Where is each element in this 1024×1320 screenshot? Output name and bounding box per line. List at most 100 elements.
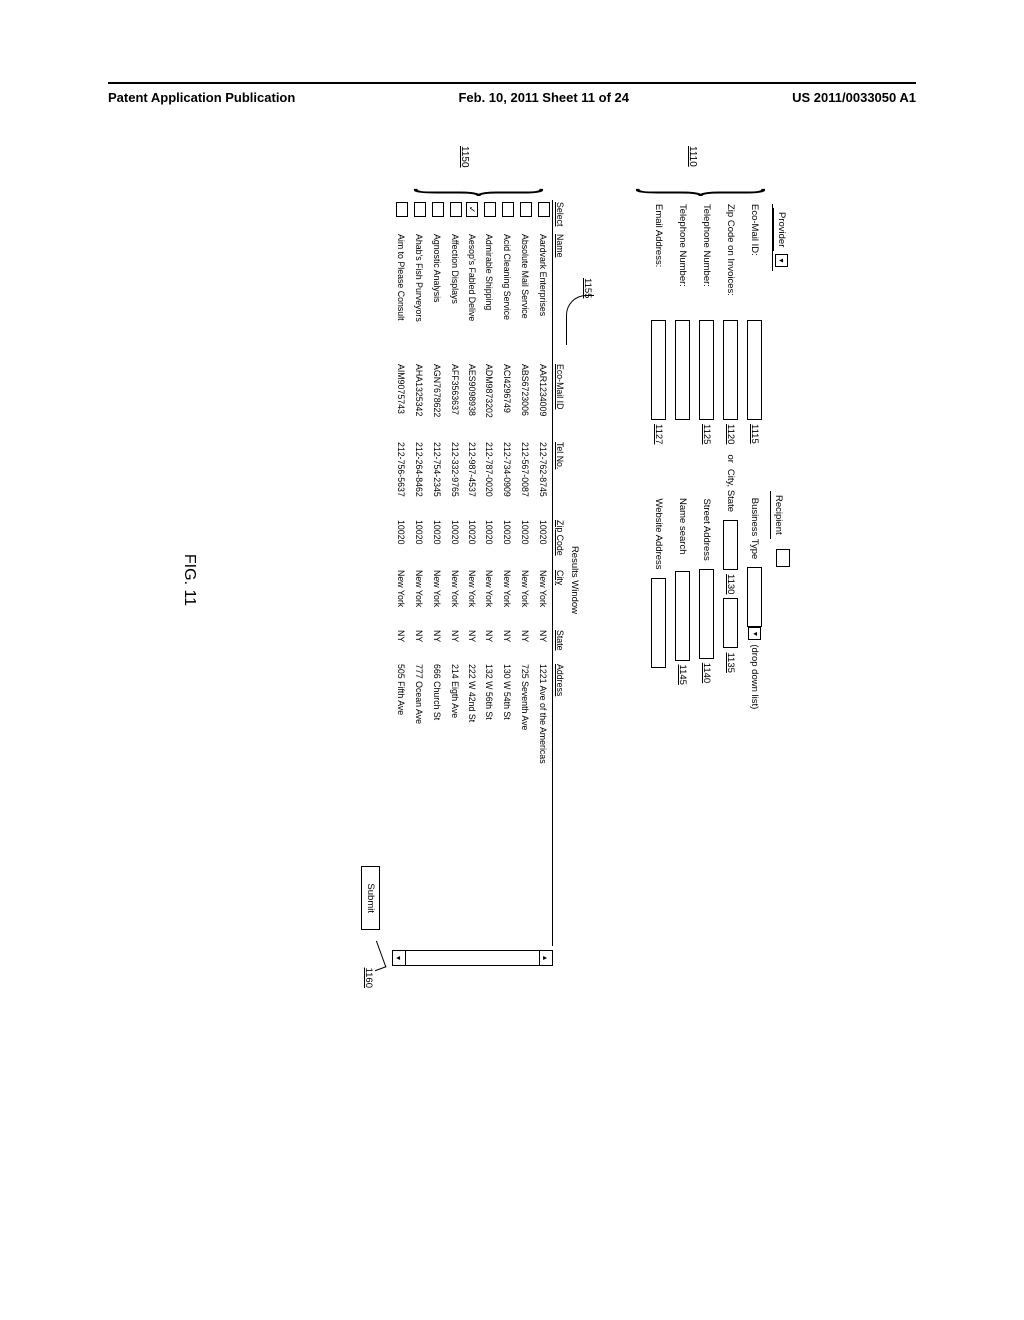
label-name-search: Name search: [678, 498, 689, 555]
cell-name: Acid Cleaning Service: [498, 232, 516, 362]
cell-address: 777 Ocean Ave: [410, 662, 428, 946]
cell-eco: AHA1325342: [410, 362, 428, 440]
select-checkbox[interactable]: [432, 202, 444, 217]
cell-address: 130 W 54th St: [498, 662, 516, 946]
table-row: Aardvark EnterprisesAAR1234009212-762-87…: [534, 200, 553, 946]
select-checkbox[interactable]: ✓: [466, 202, 478, 217]
cell-name: Affection Displays: [446, 232, 464, 362]
email-input[interactable]: [652, 320, 667, 420]
cell-tel: 212-756-5637: [392, 440, 410, 518]
cell-eco: AAR1234009: [534, 362, 553, 440]
cell-tel: 212-987-4537: [464, 440, 480, 518]
cell-city: New York: [464, 568, 480, 628]
header-center: Feb. 10, 2011 Sheet 11 of 24: [458, 90, 629, 105]
col-state: State: [553, 628, 568, 662]
cell-tel: 212-264-8462: [410, 440, 428, 518]
website-input[interactable]: [652, 578, 667, 668]
cell-eco: ABS6723006: [516, 362, 534, 440]
dropdown-note: (drop down list): [750, 644, 761, 709]
table-row: Acid Cleaning ServiceACI4296749212-734-0…: [498, 200, 516, 946]
cell-eco: AFF3563637: [446, 362, 464, 440]
cell-tel: 212-567-0087: [516, 440, 534, 518]
cell-city: New York: [534, 568, 553, 628]
ref-1115: 1115: [750, 424, 761, 444]
cell-address: 132 W 56th St: [480, 662, 498, 946]
select-checkbox[interactable]: [414, 202, 426, 217]
scroll-up-icon[interactable]: ▴: [539, 951, 552, 965]
cell-state: NY: [428, 628, 446, 662]
cell-state: NY: [464, 628, 480, 662]
cell-zip: 10020: [516, 518, 534, 568]
zip-input[interactable]: [724, 320, 739, 420]
cell-zip: 10020: [446, 518, 464, 568]
eco-mail-id-input[interactable]: [748, 320, 763, 420]
ref-1127: 1127: [654, 424, 665, 444]
brace-icon: }: [396, 187, 575, 199]
city-input[interactable]: [724, 520, 739, 570]
select-checkbox[interactable]: [502, 202, 514, 217]
chevron-down-icon[interactable]: ▾: [775, 254, 788, 267]
state-input[interactable]: [724, 598, 739, 648]
scroll-down-icon[interactable]: ▾: [393, 951, 406, 965]
street-address-input[interactable]: [700, 569, 715, 659]
name-search-input[interactable]: [676, 571, 691, 661]
table-row: ✓Aesop's Fabled DeliveAES9098938212-987-…: [464, 200, 480, 946]
select-checkbox[interactable]: [484, 202, 496, 217]
cell-tel: 212-787-0020: [480, 440, 498, 518]
cell-address: 1221 Ave of the Americas: [534, 662, 553, 946]
cell-state: NY: [534, 628, 553, 662]
telephone-input-1[interactable]: [700, 320, 715, 420]
chevron-down-icon[interactable]: ▾: [749, 627, 762, 640]
cell-address: 222 W 42nd St: [464, 662, 480, 946]
cell-name: Admirable Shipping: [480, 232, 498, 362]
figure-label: FIG. 11: [180, 200, 198, 960]
cell-city: New York: [392, 568, 410, 628]
ref-1150: 1150: [459, 146, 470, 168]
ref-1160: 1160: [363, 968, 374, 988]
cell-address: 666 Church St: [428, 662, 446, 946]
cell-city: New York: [428, 568, 446, 628]
label-telephone: Telephone Number:: [702, 200, 713, 320]
select-checkbox[interactable]: [450, 202, 462, 217]
ref-1135: 1135: [726, 652, 737, 672]
cell-name: Aim to Please Consult: [392, 232, 410, 362]
ref-1140: 1140: [702, 663, 713, 683]
cell-zip: 10020: [428, 518, 446, 568]
cell-zip: 10020: [534, 518, 553, 568]
cell-address: 214 Eigth Ave: [446, 662, 464, 946]
scrollbar[interactable]: ▴ ▾: [392, 950, 553, 966]
page-header: Patent Application Publication Feb. 10, …: [108, 82, 916, 105]
cell-eco: AGN7678622: [428, 362, 446, 440]
select-checkbox[interactable]: [538, 202, 550, 217]
cell-tel: 212-754-2345: [428, 440, 446, 518]
table-row: Admirable ShippingADM9873202212-787-0020…: [480, 200, 498, 946]
table-row: Absolute Mail ServiceABS6723006212-567-0…: [516, 200, 534, 946]
table-row: Ahab's Fish PurveyorsAHA1325342212-264-8…: [410, 200, 428, 946]
telephone-input-2[interactable]: [676, 320, 691, 420]
ref-1145: 1145: [678, 665, 689, 685]
select-checkbox[interactable]: [396, 202, 408, 217]
recipient-box[interactable]: [776, 549, 790, 567]
cell-eco: ACI4296749: [498, 362, 516, 440]
business-type-input[interactable]: [748, 567, 763, 627]
cell-state: NY: [498, 628, 516, 662]
select-checkbox[interactable]: [520, 202, 532, 217]
label-telephone-2: Telephone Number:: [678, 200, 689, 320]
cell-state: NY: [446, 628, 464, 662]
cell-tel: 212-332-9765: [446, 440, 464, 518]
cell-address: 725 Seventh Ave: [516, 662, 534, 946]
label-business-type: Business Type: [750, 498, 761, 560]
col-name: Name: [553, 232, 568, 362]
col-address: Address: [553, 662, 568, 946]
col-city: City: [553, 568, 568, 628]
table-row: Aim to Please ConsultAIM9075743212-756-5…: [392, 200, 410, 946]
cell-city: New York: [410, 568, 428, 628]
table-row: Agnostic AnalysisAGN7678622212-754-23451…: [428, 200, 446, 946]
cell-state: NY: [410, 628, 428, 662]
col-tel: Tel No.: [553, 440, 568, 518]
tab-recipient[interactable]: Recipient: [772, 491, 790, 567]
cell-tel: 212-734-0909: [498, 440, 516, 518]
submit-button[interactable]: Submit: [361, 866, 380, 930]
tab-provider[interactable]: Provider ▾: [772, 204, 790, 271]
cell-zip: 10020: [498, 518, 516, 568]
